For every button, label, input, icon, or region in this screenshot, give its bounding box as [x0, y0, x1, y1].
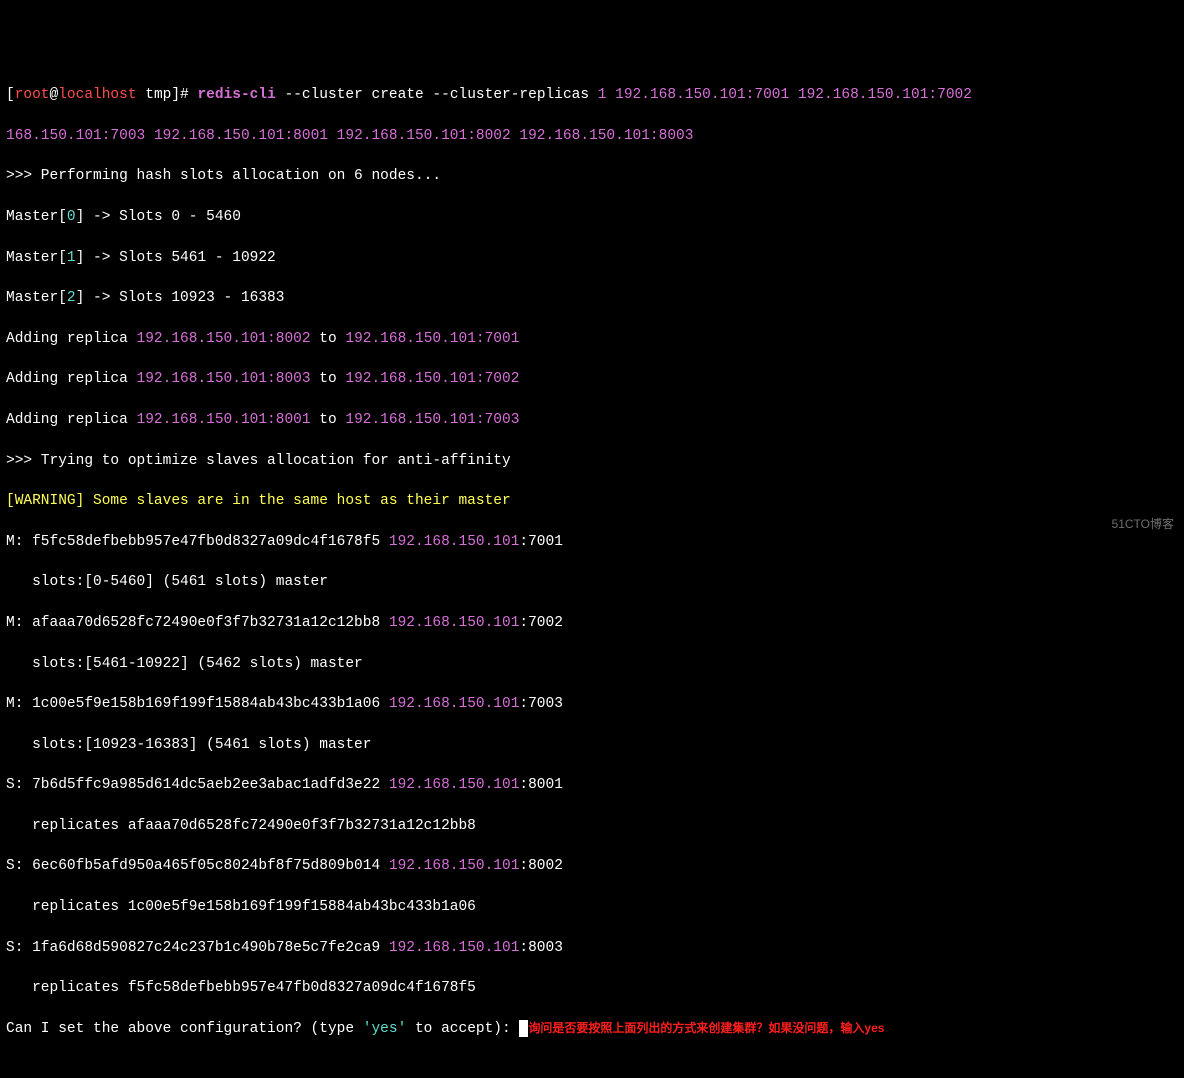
label: Adding replica	[6, 412, 137, 428]
slots: ] -> Slots 5461 - 10922	[76, 250, 276, 266]
node-slave-3-rep: replicates f5fc58defbebb957e47fb0d8327a0…	[6, 978, 1178, 998]
question: Can I set the above configuration? (type	[6, 1021, 363, 1037]
slots: ] -> Slots 0 - 5460	[76, 209, 241, 225]
question-end: to accept):	[406, 1021, 519, 1037]
port: :8002	[519, 858, 563, 874]
output-optimize: >>> Trying to optimize slaves allocation…	[6, 451, 1178, 471]
to: to	[311, 371, 346, 387]
node-3: 168.150.101:7003	[6, 128, 145, 144]
output-add-replica-3: Adding replica 192.168.150.101:8001 to 1…	[6, 410, 1178, 430]
command-exe: redis-cli	[197, 87, 275, 103]
output-master-0: Master[0] -> Slots 0 - 5460	[6, 207, 1178, 227]
command-args: --cluster create --cluster-replicas	[276, 87, 598, 103]
node-6: 192.168.150.101:8003	[519, 128, 693, 144]
index: 0	[67, 209, 76, 225]
hash: 1c00e5f9e158b169f199f15884ab43bc433b1a06	[32, 696, 389, 712]
role: S:	[6, 858, 32, 874]
output-warning: [WARNING] Some slaves are in the same ho…	[6, 491, 1178, 511]
prompt-host: localhost	[58, 87, 136, 103]
node-master-2-slots: slots:[5461-10922] (5462 slots) master	[6, 654, 1178, 674]
node-slave-2-rep: replicates 1c00e5f9e158b169f199f15884ab4…	[6, 897, 1178, 917]
source: 192.168.150.101:8003	[137, 371, 311, 387]
role: M:	[6, 534, 32, 550]
slots: ] -> Slots 10923 - 16383	[76, 290, 285, 306]
to: to	[311, 412, 346, 428]
ip: 192.168.150.101	[389, 940, 520, 956]
node-slave-1-rep: replicates afaaa70d6528fc72490e0f3f7b327…	[6, 816, 1178, 836]
ip: 192.168.150.101	[389, 696, 520, 712]
node-2: 192.168.150.101:7002	[798, 87, 981, 103]
source: 192.168.150.101:8002	[137, 331, 311, 347]
prompt-at: @	[50, 87, 59, 103]
index: 1	[67, 250, 76, 266]
prompt-confirm[interactable]: Can I set the above configuration? (type…	[6, 1019, 1178, 1039]
role: M:	[6, 615, 32, 631]
port: :7003	[519, 696, 563, 712]
cursor-icon	[519, 1020, 528, 1037]
port: :8003	[519, 940, 563, 956]
label: Adding replica	[6, 371, 137, 387]
sp	[789, 87, 798, 103]
output-master-2: Master[2] -> Slots 10923 - 16383	[6, 288, 1178, 308]
terminal[interactable]: [root@localhost tmp]# redis-cli --cluste…	[6, 85, 1178, 105]
port: :8001	[519, 777, 563, 793]
command-wrap: 168.150.101:7003 192.168.150.101:8001 19…	[6, 126, 1178, 146]
role: S:	[6, 777, 32, 793]
label: Master[	[6, 290, 67, 306]
node-master-1-slots: slots:[0-5460] (5461 slots) master	[6, 572, 1178, 592]
dest: 192.168.150.101:7002	[345, 371, 519, 387]
node-1: 192.168.150.101:7001	[615, 87, 789, 103]
sp	[606, 87, 615, 103]
sp	[328, 128, 337, 144]
yes-literal: 'yes'	[363, 1021, 407, 1037]
ip: 192.168.150.101	[389, 777, 520, 793]
hash: f5fc58defbebb957e47fb0d8327a09dc4f1678f5	[32, 534, 389, 550]
role: M:	[6, 696, 32, 712]
node-master-3: M: 1c00e5f9e158b169f199f15884ab43bc433b1…	[6, 694, 1178, 714]
hash: afaaa70d6528fc72490e0f3f7b32731a12c12bb8	[32, 615, 389, 631]
ip: 192.168.150.101	[389, 534, 520, 550]
port: :7002	[519, 615, 563, 631]
node-slave-1: S: 7b6d5ffc9a985d614dc5aeb2ee3abac1adfd3…	[6, 775, 1178, 795]
node-slave-2: S: 6ec60fb5afd950a465f05c8024bf8f75d809b…	[6, 856, 1178, 876]
label: Adding replica	[6, 331, 137, 347]
node-master-2: M: afaaa70d6528fc72490e0f3f7b32731a12c12…	[6, 613, 1178, 633]
hash: 6ec60fb5afd950a465f05c8024bf8f75d809b014	[32, 858, 389, 874]
dest: 192.168.150.101:7003	[345, 412, 519, 428]
output-add-replica-1: Adding replica 192.168.150.101:8002 to 1…	[6, 329, 1178, 349]
node-master-1: M: f5fc58defbebb957e47fb0d8327a09dc4f167…	[6, 532, 1178, 552]
hash: 1fa6d68d590827c24c237b1c490b78e5c7fe2ca9	[32, 940, 389, 956]
prompt-dir: tmp	[137, 87, 172, 103]
prompt-open: [	[6, 87, 15, 103]
label: Master[	[6, 250, 67, 266]
node-5: 192.168.150.101:8002	[337, 128, 511, 144]
node-master-3-slots: slots:[10923-16383] (5461 slots) master	[6, 735, 1178, 755]
ip: 192.168.150.101	[389, 858, 520, 874]
hash: 7b6d5ffc9a985d614dc5aeb2ee3abac1adfd3e22	[32, 777, 389, 793]
prompt-user: root	[15, 87, 50, 103]
role: S:	[6, 940, 32, 956]
node-slave-3: S: 1fa6d68d590827c24c237b1c490b78e5c7fe2…	[6, 938, 1178, 958]
watermark: 51CTO博客	[1112, 516, 1174, 533]
prompt-close: ]#	[171, 87, 197, 103]
output-performing: >>> Performing hash slots allocation on …	[6, 166, 1178, 186]
label: Master[	[6, 209, 67, 225]
sp	[145, 128, 154, 144]
dest: 192.168.150.101:7001	[345, 331, 519, 347]
to: to	[311, 331, 346, 347]
port: :7001	[519, 534, 563, 550]
node-4: 192.168.150.101:8001	[154, 128, 328, 144]
output-master-1: Master[1] -> Slots 5461 - 10922	[6, 248, 1178, 268]
output-add-replica-2: Adding replica 192.168.150.101:8003 to 1…	[6, 369, 1178, 389]
annotation-text: 询问是否要按照上面列出的方式来创建集群？如果没问题，输入yes	[528, 1021, 884, 1035]
source: 192.168.150.101:8001	[137, 412, 311, 428]
index: 2	[67, 290, 76, 306]
ip: 192.168.150.101	[389, 615, 520, 631]
